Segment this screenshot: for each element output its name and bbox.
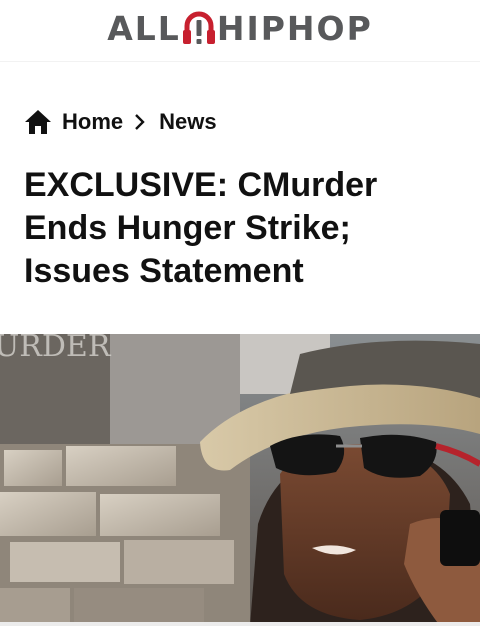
site-logo[interactable]: ALL HIPHOP	[80, 6, 400, 52]
breadcrumb-home-link[interactable]: Home	[62, 109, 123, 135]
hero-sign-text: URDER	[0, 334, 112, 364]
breadcrumb: Home News	[24, 106, 217, 138]
article-title: EXCLUSIVE: CMurder Ends Hunger Strike; I…	[24, 166, 378, 290]
headphone-exclamation-icon	[181, 6, 217, 52]
logo-text-hiphop: HIPHOP	[216, 9, 373, 48]
site-header: ALL HIPHOP	[0, 0, 480, 62]
breadcrumb-news-link[interactable]: News	[159, 109, 216, 135]
logo-text-all: ALL	[107, 9, 181, 48]
brick-wall	[0, 444, 250, 626]
chevron-right-icon	[133, 112, 147, 132]
article-hero-image[interactable]: URDER	[0, 334, 480, 626]
header-divider	[0, 61, 480, 62]
home-icon[interactable]	[24, 109, 52, 135]
